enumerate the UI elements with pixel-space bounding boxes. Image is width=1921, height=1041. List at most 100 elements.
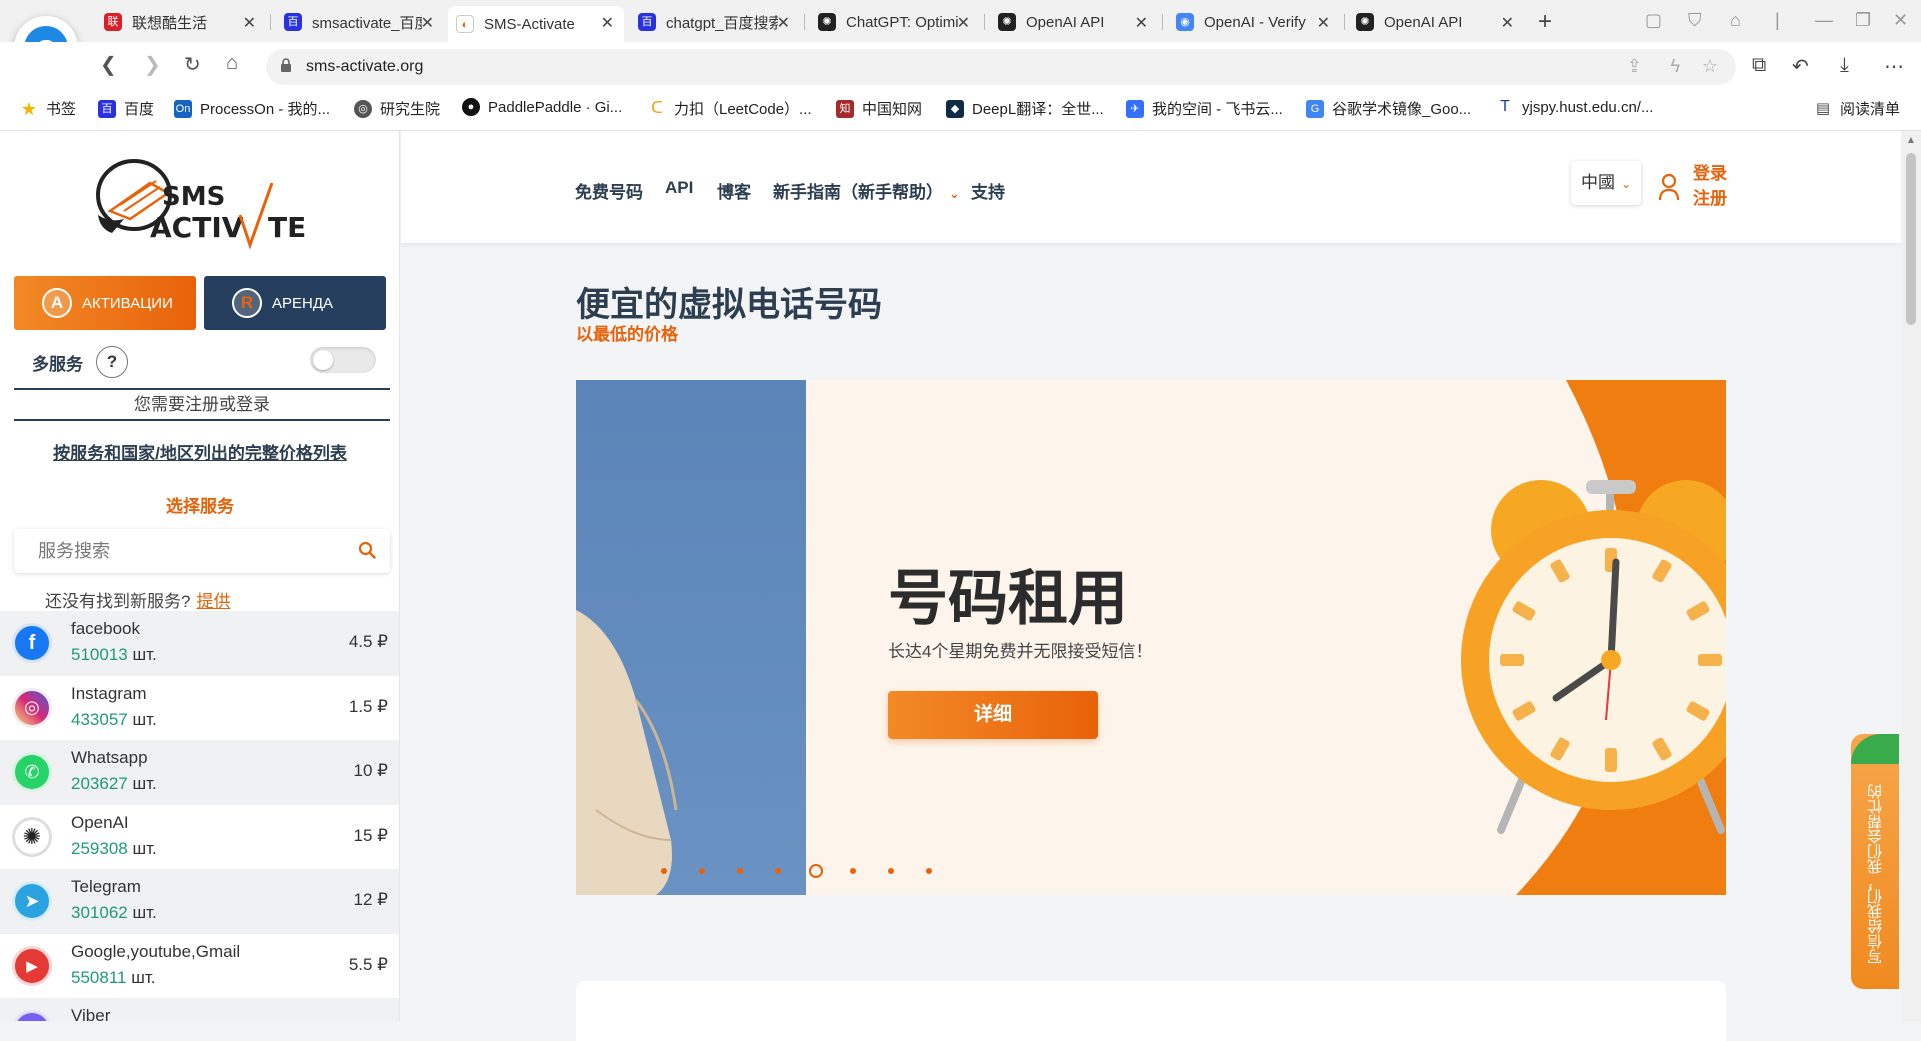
carousel-dot[interactable] xyxy=(850,868,856,874)
tab-openai-api[interactable]: ✺ OpenAI API ✕ xyxy=(990,6,1158,38)
tab-actions-icon[interactable]: ▢ xyxy=(1645,10,1662,31)
service-price: 12 ₽ xyxy=(353,890,388,909)
service-item-viber[interactable]: ✆ Viber xyxy=(0,998,399,1021)
page-subtitle: 以最低的价格 xyxy=(576,325,678,344)
carousel-dot[interactable] xyxy=(926,868,932,874)
close-icon[interactable]: ✕ xyxy=(1135,13,1148,33)
sms-activate-logo[interactable]: SMS ACTIV TE xyxy=(90,153,320,253)
close-icon[interactable]: ✕ xyxy=(957,13,970,33)
lightning-icon[interactable]: ϟ xyxy=(1670,56,1680,77)
tab-separator xyxy=(1344,14,1345,30)
service-search-input[interactable] xyxy=(14,529,344,573)
login-link[interactable]: 登录 xyxy=(1693,161,1727,186)
promo-carousel[interactable]: 号码租用 长达4个星期免费并无限接受短信！ 详细 xyxy=(576,380,1726,895)
nav-beginners-guide[interactable]: 新手指南（新手帮助） ⌄ xyxy=(773,178,960,203)
top-navigation: 免费号码 API 博客 新手指南（新手帮助） ⌄ 支持 中國 ⌄ 登录 注册 xyxy=(401,131,1901,243)
home-icon[interactable]: ⌂ xyxy=(226,52,238,75)
url-text[interactable]: sms-activate.org xyxy=(306,58,423,76)
user-icon[interactable] xyxy=(1658,173,1680,201)
service-item-google[interactable]: ▶ Google,youtube,Gmail 550811 шт. 5.5 ₽ xyxy=(0,933,399,998)
carousel-dot[interactable] xyxy=(888,868,894,874)
bookmark-item[interactable]: 百百度 xyxy=(98,98,154,119)
suggest-service-link[interactable]: 提供 xyxy=(196,592,230,611)
service-item-telegram[interactable]: ➤ Telegram 301062 шт. 12 ₽ xyxy=(0,869,399,934)
close-icon[interactable]: ✕ xyxy=(421,13,434,33)
scroll-up-icon[interactable]: ▲ xyxy=(1906,135,1916,146)
rent-icon: R xyxy=(232,288,262,318)
reading-list[interactable]: ▤ 阅读清单 xyxy=(1814,98,1900,119)
bookmark-item[interactable]: ★ 书签 xyxy=(20,98,76,119)
download-icon[interactable]: ⤓ xyxy=(1840,54,1849,77)
carousel-dot[interactable] xyxy=(699,868,705,874)
nav-blog[interactable]: 博客 xyxy=(717,178,751,203)
close-icon[interactable]: ✕ xyxy=(1317,13,1330,33)
window-close-icon[interactable]: ✕ xyxy=(1893,10,1908,31)
bookmark-item[interactable]: On ProcessOn - 我的... xyxy=(174,98,330,119)
collections-icon[interactable]: ⛉ xyxy=(1688,10,1702,31)
multi-service-toggle[interactable] xyxy=(310,347,376,373)
help-icon[interactable]: ? xyxy=(96,346,128,378)
carousel-dots xyxy=(661,864,964,878)
tab-openai-api-2[interactable]: ✺ OpenAI API ✕ xyxy=(1348,6,1524,38)
minimize-icon[interactable]: — xyxy=(1815,10,1833,31)
hust-icon: T xyxy=(1500,98,1510,115)
shirt-icon[interactable]: ⌂ xyxy=(1730,10,1741,31)
service-item-openai[interactable]: ✺ OpenAI 259308 шт. 15 ₽ xyxy=(0,804,399,869)
restore-icon[interactable]: ❐ xyxy=(1855,10,1871,31)
tab-sms-activate[interactable]: ◐ SMS-Activate ✕ xyxy=(448,6,624,42)
bookmark-item[interactable]: 知中国知网 xyxy=(836,98,922,119)
sms-activate-icon: ◐ xyxy=(456,15,474,33)
search-icon[interactable] xyxy=(358,541,376,559)
service-item-whatsapp[interactable]: ✆ Whatsapp 203627 шт. 10 ₽ xyxy=(0,740,399,805)
share-icon[interactable]: ⇪ xyxy=(1627,56,1642,77)
tab-chatgpt-optimizing[interactable]: ✺ ChatGPT: Optimizing ✕ xyxy=(810,6,980,38)
feedback-top-accent xyxy=(1851,734,1899,764)
tab-openai-verify[interactable]: ◉ OpenAI - Verify ✕ xyxy=(1168,6,1340,38)
choose-service-heading: 选择服务 xyxy=(166,497,234,516)
scrollbar-thumb[interactable] xyxy=(1906,153,1916,325)
tab-smsactivate-baidu[interactable]: 百 smsactivate_百度搜索 ✕ xyxy=(276,6,444,38)
tab-lenovo[interactable]: 联 联想酷生活 ✕ xyxy=(96,6,266,38)
close-icon[interactable]: ✕ xyxy=(243,13,256,33)
bookmark-item[interactable]: Tyjspy.hust.edu.cn/... xyxy=(1496,98,1653,116)
close-icon[interactable]: ✕ xyxy=(601,13,614,33)
close-icon[interactable]: ✕ xyxy=(1501,13,1514,33)
address-bar[interactable]: sms-activate.org ⇪ ϟ ☆ xyxy=(266,49,1736,85)
nav-free-numbers[interactable]: 免费号码 xyxy=(575,178,643,203)
carousel-dot[interactable] xyxy=(775,868,781,874)
register-link[interactable]: 注册 xyxy=(1693,186,1727,211)
bookmark-item[interactable]: ◎ 研究生院 xyxy=(354,98,440,119)
banner-details-button[interactable]: 详细 xyxy=(888,691,1098,739)
service-count: 301062 шт. xyxy=(71,903,157,922)
nav-api[interactable]: API xyxy=(665,178,693,198)
price-list-link[interactable]: 按服务和国家/地区列出的完整价格列表 xyxy=(0,439,399,464)
globe-icon: ◎ xyxy=(354,99,372,118)
favorite-star-icon[interactable]: ☆ xyxy=(1702,56,1718,77)
tab-chatgpt-baidu[interactable]: 百 chatgpt_百度搜索 ✕ xyxy=(630,6,800,38)
language-select[interactable]: 中國 ⌄ xyxy=(1571,161,1641,205)
extensions-icon[interactable]: ⧉ xyxy=(1752,54,1766,77)
rent-button[interactable]: R АРЕНДА xyxy=(204,276,386,330)
service-item-facebook[interactable]: f facebook 510013 шт. 4.5 ₽ xyxy=(0,611,399,676)
page-scrollbar[interactable]: ▲ xyxy=(1901,131,1921,1021)
nav-support[interactable]: 支持 xyxy=(971,178,1005,203)
bookmark-item[interactable]: ✈ 我的空间 - 飞书云... xyxy=(1126,98,1283,119)
bookmark-item[interactable]: ◆ DeepL翻译：全世... xyxy=(946,98,1104,119)
bookmark-item[interactable]: G 谷歌学术镜像_Goo... xyxy=(1306,98,1471,119)
carousel-dot-active[interactable] xyxy=(809,864,823,878)
reload-icon[interactable]: ↻ xyxy=(184,52,201,77)
bookmark-item[interactable]: ● PaddlePaddle · Gi... xyxy=(462,98,622,116)
back-icon[interactable]: ❮ xyxy=(100,52,117,77)
bookmark-item[interactable]: ᑕ 力扣（LeetCode）... xyxy=(648,98,811,119)
forward-icon[interactable]: ❯ xyxy=(144,52,161,77)
close-icon[interactable]: ✕ xyxy=(777,13,790,33)
carousel-dot[interactable] xyxy=(661,868,667,874)
toggle-knob xyxy=(313,350,333,370)
undo-icon[interactable]: ↶ xyxy=(1792,54,1809,79)
service-item-instagram[interactable]: ◎ Instagram 433057 шт. 1.5 ₽ xyxy=(0,675,399,740)
activation-button[interactable]: A АКТИВАЦИИ xyxy=(14,276,196,330)
feedback-widget[interactable]: 写信给我们，我们会帮忙的 xyxy=(1851,734,1899,989)
menu-icon[interactable]: ⋯ xyxy=(1884,54,1904,79)
carousel-dot[interactable] xyxy=(737,868,743,874)
new-tab-icon[interactable]: + xyxy=(1538,8,1552,36)
